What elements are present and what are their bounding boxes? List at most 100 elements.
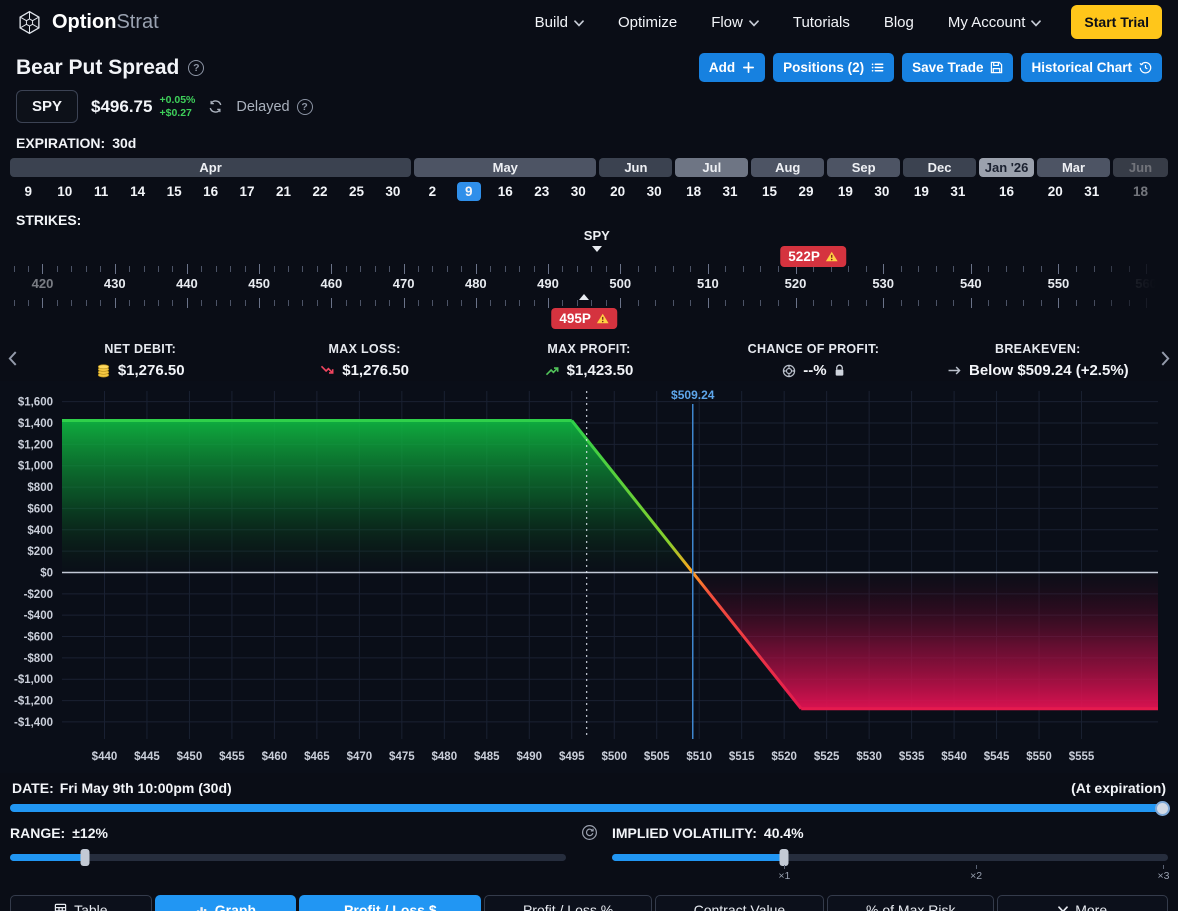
nav-item-blog[interactable]: Blog xyxy=(884,14,914,31)
historical-chart-button[interactable]: Historical Chart xyxy=(1021,53,1162,82)
strike-badge-495p[interactable]: 495P xyxy=(551,308,617,329)
expiry-date-selected[interactable]: 9 xyxy=(451,181,487,202)
date-slider[interactable] xyxy=(10,804,1168,812)
tab-contract-value[interactable]: Contract Value xyxy=(655,895,825,911)
expiry-date-dec-31[interactable]: 31 xyxy=(940,181,976,202)
tab-table[interactable]: Table xyxy=(10,895,152,911)
strike-label-500: 500 xyxy=(609,276,631,291)
symbol-input[interactable]: SPY xyxy=(16,90,78,123)
tab-profit-loss[interactable]: Profit / Loss % xyxy=(484,895,651,911)
range-slider-handle[interactable] xyxy=(81,849,90,866)
expiry-date-jul-18[interactable]: 18 xyxy=(675,181,711,202)
month-jan-26[interactable]: Jan '26 xyxy=(979,158,1034,177)
range-header: RANGE:±12% xyxy=(10,822,566,844)
expiry-date-jun-30[interactable]: 30 xyxy=(636,181,672,202)
month-jun[interactable]: Jun xyxy=(1113,158,1168,177)
month-dec[interactable]: Dec xyxy=(903,158,976,177)
tab-graph[interactable]: Graph xyxy=(155,895,297,911)
svg-text:$200: $200 xyxy=(27,546,53,558)
expiry-date-sep-19[interactable]: 19 xyxy=(827,181,863,202)
strategy-help-icon[interactable] xyxy=(188,60,204,76)
strike-badge-522p[interactable]: 522P xyxy=(780,246,846,267)
tab-profit-loss[interactable]: Profit / Loss $ xyxy=(299,895,481,911)
start-trial-button[interactable]: Start Trial xyxy=(1071,5,1162,39)
expiry-date-mar-20[interactable]: 20 xyxy=(1037,181,1073,202)
expiry-date-jan-26-16[interactable]: 16 xyxy=(979,181,1034,202)
nav-item-label: My Account xyxy=(948,14,1026,31)
nav-item-build[interactable]: Build xyxy=(535,14,584,31)
trendup-icon xyxy=(545,364,560,377)
data-status: Delayed xyxy=(236,99,312,115)
nav-item-flow[interactable]: Flow xyxy=(711,14,759,31)
expiry-date-apr-16[interactable]: 16 xyxy=(192,181,228,202)
expiry-date-aug-15[interactable]: 15 xyxy=(751,181,787,202)
expiry-date-apr-22[interactable]: 22 xyxy=(302,181,338,202)
add-button[interactable]: Add xyxy=(699,53,765,82)
expiry-date-aug-29[interactable]: 29 xyxy=(788,181,824,202)
date-slider-handle[interactable] xyxy=(1155,801,1170,816)
expiry-date-dec-19[interactable]: 19 xyxy=(903,181,939,202)
brand-logo[interactable]: OptionStrat xyxy=(16,9,159,36)
expiry-date-sep-30[interactable]: 30 xyxy=(864,181,900,202)
expiry-date-jun-20[interactable]: 20 xyxy=(599,181,635,202)
svg-text:-$1,000: -$1,000 xyxy=(14,674,53,686)
expiry-date-may-2[interactable]: 2 xyxy=(414,181,450,202)
expiry-date-mar-31[interactable]: 31 xyxy=(1074,181,1110,202)
strike-ruler[interactable]: 4204304404504604704804905005105205305405… xyxy=(10,228,1168,332)
expiry-date-may-30[interactable]: 30 xyxy=(560,181,596,202)
expiry-date-apr-15[interactable]: 15 xyxy=(156,181,192,202)
tab-more[interactable]: More xyxy=(997,895,1168,911)
expiry-date-may-23[interactable]: 23 xyxy=(524,181,560,202)
refresh-icon[interactable] xyxy=(208,99,223,114)
nav-item-optimize[interactable]: Optimize xyxy=(618,14,677,31)
svg-text:$530: $530 xyxy=(856,751,882,763)
month-sep[interactable]: Sep xyxy=(827,158,900,177)
expiry-dates-jul: 1831 xyxy=(675,181,748,202)
iv-slider[interactable] xyxy=(612,854,1168,861)
tab-label: Graph xyxy=(215,902,256,911)
month-may[interactable]: May xyxy=(414,158,596,177)
expiry-date-apr-25[interactable]: 25 xyxy=(338,181,374,202)
stat-label: MAX LOSS: xyxy=(329,342,401,356)
stat-max-loss: MAX LOSS:$1,276.50 xyxy=(252,342,476,379)
svg-text:-$400: -$400 xyxy=(24,610,53,622)
nav-item-my-account[interactable]: My Account xyxy=(948,14,1042,31)
expiry-date-may-16[interactable]: 16 xyxy=(487,181,523,202)
brand-name-bold: Option xyxy=(52,11,116,33)
positions-2-button[interactable]: Positions (2) xyxy=(773,53,894,82)
month-jul[interactable]: Jul xyxy=(675,158,748,177)
month-aug[interactable]: Aug xyxy=(751,158,824,177)
expiry-date-apr-11[interactable]: 11 xyxy=(83,181,119,202)
nav-item-tutorials[interactable]: Tutorials xyxy=(793,14,850,31)
month-column-jan-26: Jan '26 16 xyxy=(979,158,1034,202)
month-column-mar: Mar 2031 xyxy=(1037,158,1110,202)
month-column-apr: Apr 910111415161721222530 xyxy=(10,158,411,202)
svg-text:$450: $450 xyxy=(177,751,203,763)
expiry-date-jun-18[interactable]: 18 xyxy=(1113,181,1168,202)
month-apr[interactable]: Apr xyxy=(10,158,411,177)
expiry-date-apr-14[interactable]: 14 xyxy=(119,181,155,202)
month-mar[interactable]: Mar xyxy=(1037,158,1110,177)
expiry-date-apr-21[interactable]: 21 xyxy=(265,181,301,202)
tab-of-max-risk[interactable]: % of Max Risk xyxy=(827,895,994,911)
iv-slider-handle[interactable] xyxy=(780,849,789,866)
svg-text:-$600: -$600 xyxy=(24,632,53,644)
delayed-help-icon[interactable] xyxy=(297,99,313,115)
action-button-label: Historical Chart xyxy=(1031,60,1132,75)
expiry-date-apr-30[interactable]: 30 xyxy=(375,181,411,202)
iv-tick-3: ×3 xyxy=(1158,865,1170,882)
month-jun[interactable]: Jun xyxy=(599,158,672,177)
strike-label-530: 530 xyxy=(872,276,894,291)
range-slider[interactable] xyxy=(10,854,566,861)
expiry-date-apr-10[interactable]: 10 xyxy=(46,181,82,202)
sync-icon[interactable] xyxy=(581,824,598,841)
svg-text:$555: $555 xyxy=(1069,751,1095,763)
chevron-down-icon xyxy=(1031,20,1041,27)
pl-chart[interactable]: $509.24-$1,400-$1,200-$1,000-$800-$600-$… xyxy=(0,381,1178,773)
expiry-date-apr-9[interactable]: 9 xyxy=(10,181,46,202)
expiry-date-apr-17[interactable]: 17 xyxy=(229,181,265,202)
save-trade-button[interactable]: Save Trade xyxy=(902,53,1013,82)
expiry-date-jul-31[interactable]: 31 xyxy=(712,181,748,202)
stats-prev-button[interactable] xyxy=(8,351,17,371)
stats-next-button[interactable] xyxy=(1161,351,1170,371)
